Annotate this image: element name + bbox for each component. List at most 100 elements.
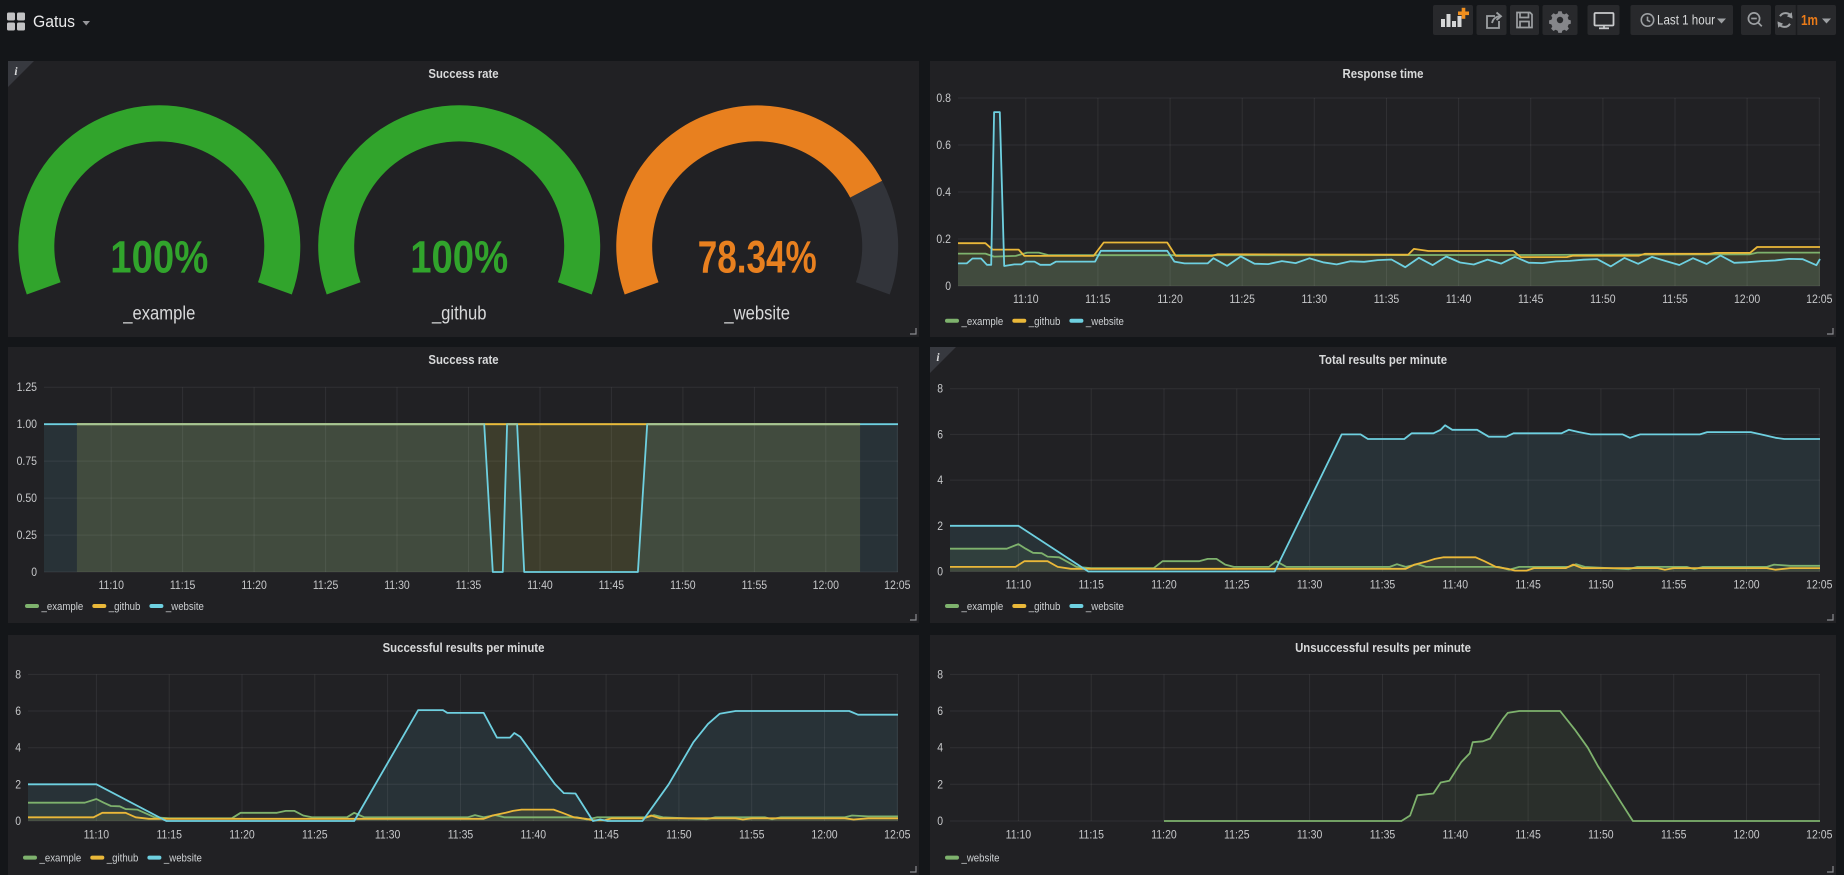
svg-text:8: 8 — [937, 382, 943, 396]
svg-text:_website: _website — [163, 853, 202, 865]
svg-text:_github: _github — [431, 303, 486, 324]
svg-text:11:20: 11:20 — [241, 578, 267, 592]
svg-text:0: 0 — [15, 814, 21, 828]
svg-text:12:00: 12:00 — [1733, 828, 1760, 842]
svg-text:11:50: 11:50 — [670, 578, 696, 592]
svg-text:_website: _website — [1085, 601, 1124, 613]
svg-text:12:05: 12:05 — [1806, 292, 1833, 306]
svg-text:0.25: 0.25 — [17, 528, 38, 542]
svg-text:Last 1 hour: Last 1 hour — [1657, 13, 1715, 28]
svg-text:0: 0 — [937, 565, 943, 579]
svg-text:12:00: 12:00 — [1734, 292, 1761, 306]
svg-text:12:05: 12:05 — [884, 578, 911, 592]
svg-text:11:45: 11:45 — [1518, 292, 1544, 306]
svg-text:_website: _website — [1085, 316, 1124, 328]
svg-text:0: 0 — [31, 565, 37, 579]
svg-text:0: 0 — [937, 814, 943, 828]
svg-text:11:55: 11:55 — [739, 828, 765, 842]
svg-text:11:50: 11:50 — [1588, 578, 1614, 592]
svg-text:1.00: 1.00 — [17, 417, 38, 431]
svg-text:_website: _website — [724, 303, 790, 324]
svg-text:6: 6 — [937, 427, 943, 441]
svg-text:12:05: 12:05 — [1806, 828, 1833, 842]
svg-text:Gatus: Gatus — [33, 12, 75, 31]
svg-text:11:25: 11:25 — [1224, 828, 1250, 842]
svg-text:78.34%: 78.34% — [698, 231, 817, 282]
svg-text:11:40: 11:40 — [1446, 292, 1472, 306]
svg-text:_example: _example — [961, 316, 1004, 328]
svg-text:11:10: 11:10 — [98, 578, 124, 592]
svg-text:12:05: 12:05 — [884, 828, 911, 842]
svg-text:11:40: 11:40 — [521, 828, 547, 842]
svg-text:_example: _example — [41, 601, 84, 613]
svg-text:11:25: 11:25 — [1229, 292, 1255, 306]
svg-text:1.25: 1.25 — [17, 380, 38, 394]
svg-text:11:40: 11:40 — [1443, 828, 1469, 842]
svg-text:_example: _example — [39, 853, 82, 865]
svg-text:_github: _github — [108, 601, 140, 613]
svg-text:_website: _website — [961, 853, 1000, 865]
svg-text:4: 4 — [937, 741, 943, 755]
svg-text:11:50: 11:50 — [1588, 828, 1614, 842]
svg-text:11:15: 11:15 — [1078, 578, 1104, 592]
svg-text:Success rate: Success rate — [428, 352, 498, 367]
svg-text:Unsuccessful results per minut: Unsuccessful results per minute — [1295, 640, 1471, 655]
svg-text:_github: _github — [1028, 316, 1060, 328]
svg-text:11:30: 11:30 — [375, 828, 401, 842]
svg-text:6: 6 — [15, 704, 21, 718]
svg-text:11:55: 11:55 — [1662, 292, 1688, 306]
svg-text:11:20: 11:20 — [1151, 578, 1177, 592]
svg-text:11:45: 11:45 — [593, 828, 619, 842]
svg-text:11:35: 11:35 — [1370, 828, 1396, 842]
svg-text:11:30: 11:30 — [1297, 828, 1323, 842]
svg-text:0.2: 0.2 — [936, 232, 951, 246]
svg-text:11:20: 11:20 — [1151, 828, 1177, 842]
svg-text:12:00: 12:00 — [1733, 578, 1760, 592]
svg-text:1m: 1m — [1801, 13, 1818, 29]
svg-text:11:45: 11:45 — [1515, 828, 1541, 842]
svg-text:2: 2 — [937, 777, 943, 791]
svg-text:Response time: Response time — [1343, 66, 1424, 81]
svg-text:11:15: 11:15 — [1085, 292, 1111, 306]
svg-text:_example: _example — [961, 601, 1004, 613]
svg-text:11:15: 11:15 — [170, 578, 196, 592]
svg-text:11:20: 11:20 — [229, 828, 255, 842]
svg-text:11:25: 11:25 — [1224, 578, 1250, 592]
svg-text:11:55: 11:55 — [1661, 578, 1687, 592]
svg-text:11:55: 11:55 — [742, 578, 768, 592]
svg-text:_website: _website — [165, 601, 204, 613]
svg-text:11:45: 11:45 — [599, 578, 625, 592]
svg-text:11:30: 11:30 — [384, 578, 410, 592]
svg-text:8: 8 — [937, 667, 943, 681]
svg-text:4: 4 — [937, 473, 943, 487]
svg-text:11:50: 11:50 — [666, 828, 692, 842]
svg-text:4: 4 — [15, 741, 21, 755]
svg-text:11:35: 11:35 — [1374, 292, 1400, 306]
svg-text:0.50: 0.50 — [17, 491, 38, 505]
svg-text:11:55: 11:55 — [1661, 828, 1687, 842]
svg-text:11:10: 11:10 — [84, 828, 110, 842]
svg-text:0.75: 0.75 — [17, 454, 38, 468]
svg-text:12:05: 12:05 — [1806, 578, 1833, 592]
svg-text:Total results per minute: Total results per minute — [1319, 352, 1447, 367]
svg-text:8: 8 — [15, 667, 21, 681]
svg-text:_example: _example — [122, 303, 195, 324]
svg-text:_github: _github — [106, 853, 138, 865]
svg-text:11:10: 11:10 — [1006, 828, 1032, 842]
svg-text:0.6: 0.6 — [936, 138, 951, 152]
svg-text:11:25: 11:25 — [313, 578, 339, 592]
svg-text:0.4: 0.4 — [936, 185, 951, 199]
svg-text:0: 0 — [945, 279, 951, 293]
svg-text:2: 2 — [937, 519, 943, 533]
svg-text:11:40: 11:40 — [527, 578, 553, 592]
svg-text:11:10: 11:10 — [1013, 292, 1039, 306]
svg-text:11:25: 11:25 — [302, 828, 328, 842]
svg-text:11:35: 11:35 — [448, 828, 474, 842]
svg-text:11:10: 11:10 — [1006, 578, 1032, 592]
svg-text:100%: 100% — [110, 231, 208, 282]
svg-text:11:15: 11:15 — [156, 828, 182, 842]
svg-text:11:40: 11:40 — [1443, 578, 1469, 592]
svg-text:11:20: 11:20 — [1157, 292, 1183, 306]
svg-text:12:00: 12:00 — [811, 828, 838, 842]
svg-text:_github: _github — [1028, 601, 1060, 613]
